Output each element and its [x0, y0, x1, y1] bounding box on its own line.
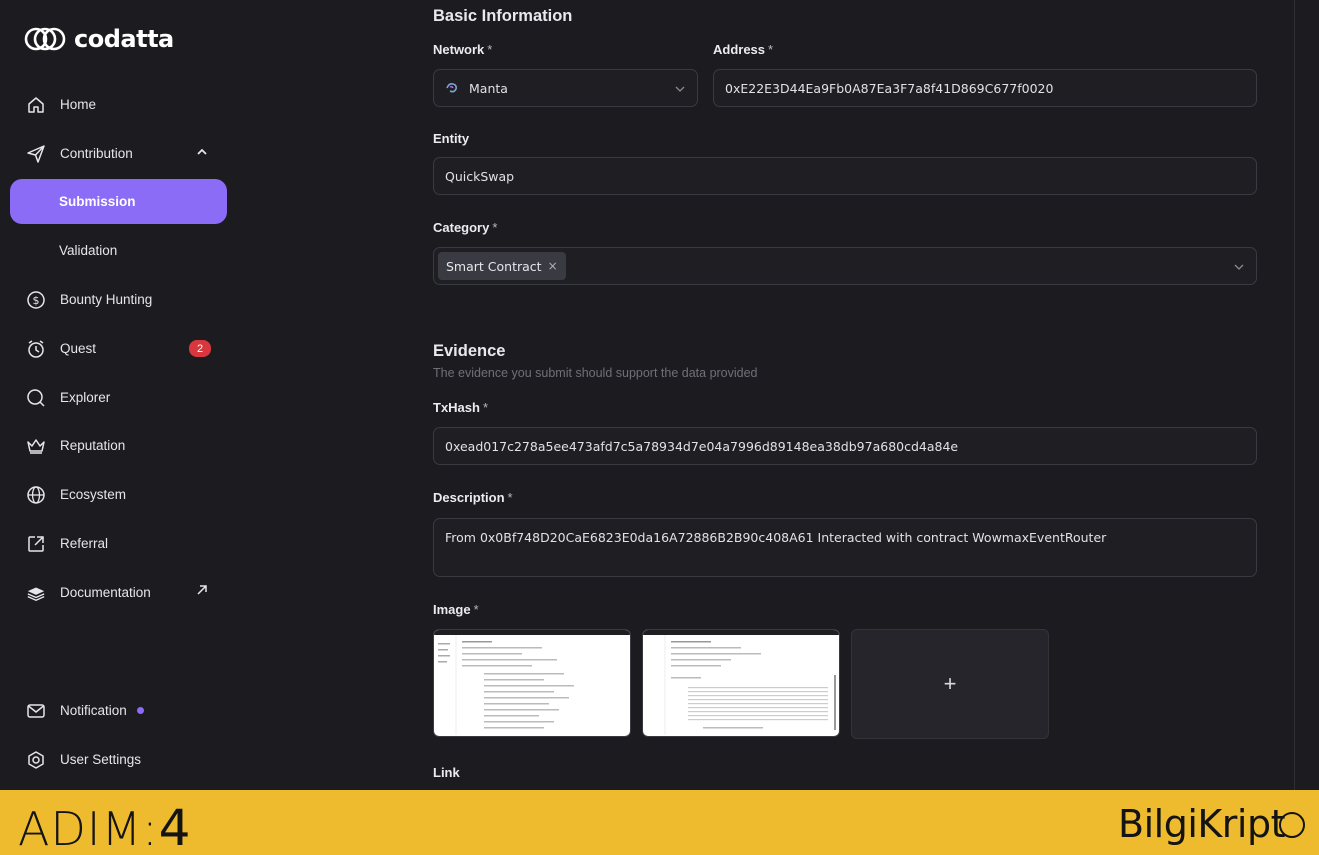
sidebar-item-label: Validation: [59, 243, 118, 258]
external-link-icon: [195, 583, 209, 600]
chevron-down-icon: [673, 82, 687, 99]
manta-network-icon: [445, 81, 459, 95]
network-value: Manta: [469, 80, 508, 96]
chevron-down-icon: [1232, 260, 1246, 277]
sidebar-item-reputation[interactable]: Reputation: [10, 423, 227, 468]
description-label: Description *: [433, 490, 513, 505]
image-thumbnail-1[interactable]: [433, 629, 631, 737]
txhash-label: TxHash *: [433, 400, 489, 415]
mail-icon: [26, 701, 46, 721]
alarm-clock-icon: [26, 339, 46, 359]
app-logo[interactable]: codatta: [24, 25, 174, 53]
txhash-value: 0xead017c278a5ee473afd7c5a78934d7e04a799…: [445, 438, 959, 454]
description-textarea[interactable]: From 0x0Bf748D20CaE6823E0da16A72886B2B90…: [433, 518, 1257, 577]
footer-banner: ADIM:4 BilgiKript: [0, 790, 1319, 855]
step-label: ADIM:4: [18, 799, 192, 855]
sidebar-item-quest[interactable]: Quest 2: [10, 326, 227, 371]
sidebar-item-label: Quest: [60, 341, 97, 356]
close-icon[interactable]: ×: [548, 259, 558, 273]
sidebar-item-label: Bounty Hunting: [60, 292, 153, 307]
coin-icon: [1279, 812, 1305, 838]
sidebar-item-documentation[interactable]: Documentation: [10, 570, 227, 615]
search-icon: [26, 388, 46, 408]
image-label: Image *: [433, 602, 479, 617]
logo-text: codatta: [74, 25, 174, 53]
sidebar-item-label: Notification: [60, 703, 127, 718]
network-select[interactable]: Manta: [433, 69, 698, 107]
screenshot-thumbnail-image: [664, 635, 836, 735]
entity-value: QuickSwap: [445, 168, 515, 184]
sidebar-item-explorer[interactable]: Explorer: [10, 375, 227, 420]
sidebar-item-user-settings[interactable]: User Settings: [10, 737, 227, 782]
sidebar-item-label: Contribution: [60, 146, 133, 161]
sidebar-item-contribution[interactable]: Contribution: [10, 131, 227, 176]
logo-icon: [24, 27, 66, 51]
sidebar-item-label: Ecosystem: [60, 487, 127, 502]
sidebar-item-ecosystem[interactable]: Ecosystem: [10, 472, 227, 517]
link-label: Link: [433, 765, 460, 780]
quest-count-badge: 2: [189, 340, 211, 357]
book-icon: [26, 583, 46, 603]
description-value: From 0x0Bf748D20CaE6823E0da16A72886B2B90…: [445, 530, 1107, 545]
category-tag: Smart Contract ×: [438, 252, 566, 280]
basic-info-title: Basic Information: [433, 7, 573, 25]
sidebar-item-label: Submission: [59, 194, 136, 209]
image-thumbnail-2[interactable]: [642, 629, 840, 737]
sidebar-item-label: Documentation: [60, 585, 151, 600]
svg-text:$: $: [33, 294, 40, 307]
submission-form: Basic Information Network * Manta Address…: [433, 0, 1257, 790]
sidebar: codatta Home Contribution Submission Val…: [0, 0, 238, 790]
address-input[interactable]: 0xE22E3D44Ea9Fb0A87Ea3F7a8f41D869C677f00…: [713, 69, 1257, 107]
address-value: 0xE22E3D44Ea9Fb0A87Ea3F7a8f41D869C677f00…: [725, 80, 1054, 96]
txhash-input[interactable]: 0xead017c278a5ee473afd7c5a78934d7e04a799…: [433, 427, 1257, 465]
screenshot-thumbnail-image: [438, 635, 574, 735]
evidence-title: Evidence: [433, 342, 506, 360]
sidebar-item-label: Home: [60, 97, 97, 112]
sidebar-item-home[interactable]: Home: [10, 82, 227, 127]
address-label: Address *: [713, 42, 774, 57]
settings-icon: [26, 750, 46, 770]
chevron-up-icon[interactable]: [195, 145, 209, 162]
sidebar-item-referral[interactable]: Referral: [10, 521, 227, 566]
brand-watermark: BilgiKript: [1118, 802, 1285, 846]
dollar-icon: $: [26, 290, 46, 310]
unread-dot: [136, 707, 144, 714]
category-tag-label: Smart Contract: [446, 258, 542, 274]
sidebar-item-bounty-hunting[interactable]: $ Bounty Hunting: [10, 277, 227, 322]
category-label: Category *: [433, 220, 498, 235]
sidebar-item-notification[interactable]: Notification: [10, 688, 227, 733]
entity-input[interactable]: QuickSwap: [433, 157, 1257, 195]
evidence-subtitle: The evidence you submit should support t…: [433, 366, 758, 380]
crown-icon: [26, 436, 46, 456]
category-select[interactable]: Smart Contract ×: [433, 247, 1257, 285]
entity-label: Entity: [433, 131, 470, 146]
sidebar-item-submission[interactable]: Submission: [10, 179, 227, 224]
sidebar-item-label: Referral: [60, 536, 109, 551]
share-icon: [26, 534, 46, 554]
sidebar-item-label: Explorer: [60, 390, 111, 405]
globe-icon: [26, 485, 46, 505]
sidebar-item-label: Reputation: [60, 438, 126, 453]
sidebar-item-label: User Settings: [60, 752, 142, 767]
network-label: Network *: [433, 42, 493, 57]
upload-image-button[interactable]: +: [851, 629, 1049, 739]
send-icon: [26, 144, 46, 164]
home-icon: [26, 95, 46, 115]
plus-icon: +: [943, 671, 957, 696]
sidebar-item-validation[interactable]: Validation: [10, 228, 227, 273]
scrollbar[interactable]: [1294, 0, 1295, 790]
